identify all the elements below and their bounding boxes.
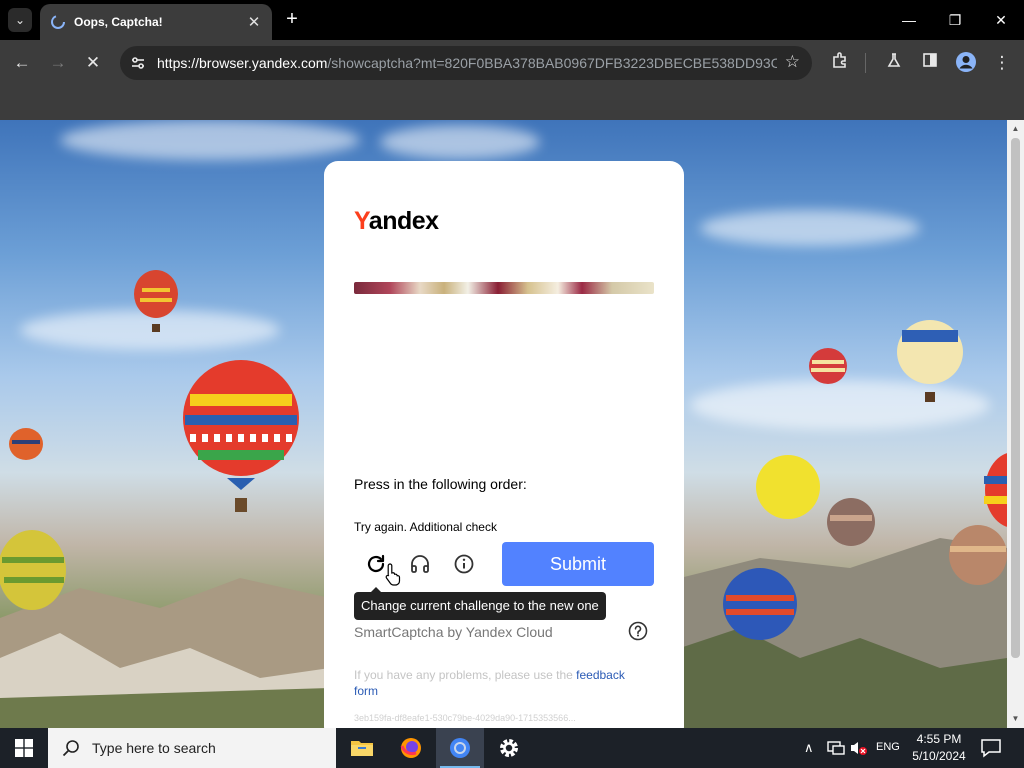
minimize-button[interactable]: — xyxy=(894,7,924,33)
page-scrollbar[interactable]: ▲ ▼ xyxy=(1007,120,1024,728)
hot-air-balloon-image xyxy=(984,453,1007,527)
smartcaptcha-brand: SmartCaptcha by Yandex Cloud xyxy=(354,624,553,640)
taskbar-search-placeholder: Type here to search xyxy=(92,740,216,756)
logo-letter-y: Y xyxy=(354,207,369,235)
hot-air-balloon-image xyxy=(183,360,299,512)
audio-challenge-icon[interactable] xyxy=(408,552,432,576)
mouse-pointer-hand-icon xyxy=(385,563,401,586)
help-icon[interactable] xyxy=(628,621,648,641)
clock-date: 5/10/2024 xyxy=(912,749,966,763)
start-button[interactable] xyxy=(0,728,48,768)
hot-air-balloon-image xyxy=(756,455,820,519)
problems-prefix: If you have any problems, please use the xyxy=(354,668,577,682)
site-info-icon[interactable] xyxy=(130,55,146,71)
windows-logo-icon xyxy=(15,739,33,757)
url-host: https://browser.yandex.com xyxy=(157,55,328,71)
extensions-icon[interactable] xyxy=(828,51,852,75)
yandex-logo: Yandex xyxy=(354,207,439,236)
chrome-icon xyxy=(450,738,470,758)
tab-close-icon[interactable]: ✕ xyxy=(246,13,262,31)
firefox-icon xyxy=(400,738,421,758)
tab-bar: ⌄ Oops, Captcha! ✕ + — ❐ ✕ xyxy=(0,0,1024,40)
hot-air-balloon-image xyxy=(723,568,797,640)
hot-air-balloon-image xyxy=(827,498,875,546)
scroll-thumb[interactable] xyxy=(1011,138,1020,658)
problems-text: If you have any problems, please use the… xyxy=(354,667,644,699)
refresh-tooltip: Change current challenge to the new one xyxy=(354,587,606,620)
hot-air-balloon-image xyxy=(809,348,847,384)
settings-taskbar-button[interactable] xyxy=(485,728,533,768)
browser-menu-icon[interactable]: ⋮ xyxy=(990,51,1014,75)
url-text: https://browser.yandex.com/showcaptcha?m… xyxy=(157,55,777,71)
new-tab-button[interactable]: + xyxy=(281,8,303,30)
captcha-card: Yandex Press in the following order: Try… xyxy=(324,161,684,741)
show-hidden-icons-icon[interactable]: ∧ xyxy=(804,740,814,756)
volume-muted-icon[interactable] xyxy=(850,740,868,756)
firefox-taskbar-button[interactable] xyxy=(387,728,435,768)
gear-icon xyxy=(500,739,518,757)
submit-button[interactable]: Submit xyxy=(502,542,654,586)
network-icon[interactable] xyxy=(827,740,845,756)
windows-taskbar: Type here to search ∧ ENG 4:55 PM 5/10/2… xyxy=(0,728,1024,768)
hot-air-balloon-image xyxy=(0,530,66,610)
browser-toolbar: ← → ✕ https://browser.yandex.com/showcap… xyxy=(0,40,1024,86)
captcha-instruction: Press in the following order: xyxy=(354,476,527,492)
hot-air-balloon-image xyxy=(9,428,43,460)
hot-air-balloon-image xyxy=(897,320,963,402)
retry-message: Try again. Additional check xyxy=(354,520,497,534)
scroll-down-arrow-icon[interactable]: ▼ xyxy=(1007,712,1024,726)
file-explorer-taskbar-button[interactable] xyxy=(338,728,386,768)
scroll-up-arrow-icon[interactable]: ▲ xyxy=(1007,122,1024,136)
folder-icon xyxy=(351,741,373,756)
address-bar[interactable]: https://browser.yandex.com/showcaptcha?m… xyxy=(120,46,812,80)
request-token: 3eb159fa-df8eafe1-530c79be-4029da90-1715… xyxy=(354,713,576,723)
restore-button[interactable]: ❐ xyxy=(940,7,970,33)
bookmarks-bar xyxy=(0,86,1024,120)
close-window-button[interactable]: ✕ xyxy=(986,7,1016,33)
tab-captcha[interactable]: Oops, Captcha! ✕ xyxy=(40,4,272,40)
loading-spinner-icon xyxy=(51,15,65,29)
bookmark-star-icon[interactable]: ☆ xyxy=(785,52,800,72)
forward-button[interactable]: → xyxy=(46,51,70,75)
tab-title: Oops, Captcha! xyxy=(74,15,163,29)
url-path: /showcaptcha?mt=820F0BBA378BAB0967DFB322… xyxy=(327,55,777,71)
hot-air-balloon-image xyxy=(949,525,1007,585)
back-button[interactable]: ← xyxy=(10,51,34,75)
stop-loading-button[interactable]: ✕ xyxy=(81,51,105,75)
hot-air-balloon-image xyxy=(134,270,178,332)
labs-flask-icon[interactable] xyxy=(882,51,906,75)
logo-rest: andex xyxy=(368,207,439,235)
toolbar-divider xyxy=(865,53,866,73)
clock-time: 4:55 PM xyxy=(916,732,962,746)
info-icon[interactable] xyxy=(452,552,476,576)
search-icon xyxy=(62,740,79,757)
captcha-challenge-image[interactable] xyxy=(354,282,654,294)
tab-search-icon[interactable]: ⌄ xyxy=(8,8,32,32)
system-clock[interactable]: 4:55 PM 5/10/2024 xyxy=(906,731,972,765)
side-panel-icon[interactable] xyxy=(918,51,942,75)
taskbar-search-box[interactable]: Type here to search xyxy=(48,728,336,768)
notifications-icon[interactable] xyxy=(980,738,1002,758)
chrome-taskbar-button[interactable] xyxy=(436,728,484,768)
profile-avatar-icon[interactable] xyxy=(954,51,978,75)
language-indicator[interactable]: ENG xyxy=(876,741,900,753)
